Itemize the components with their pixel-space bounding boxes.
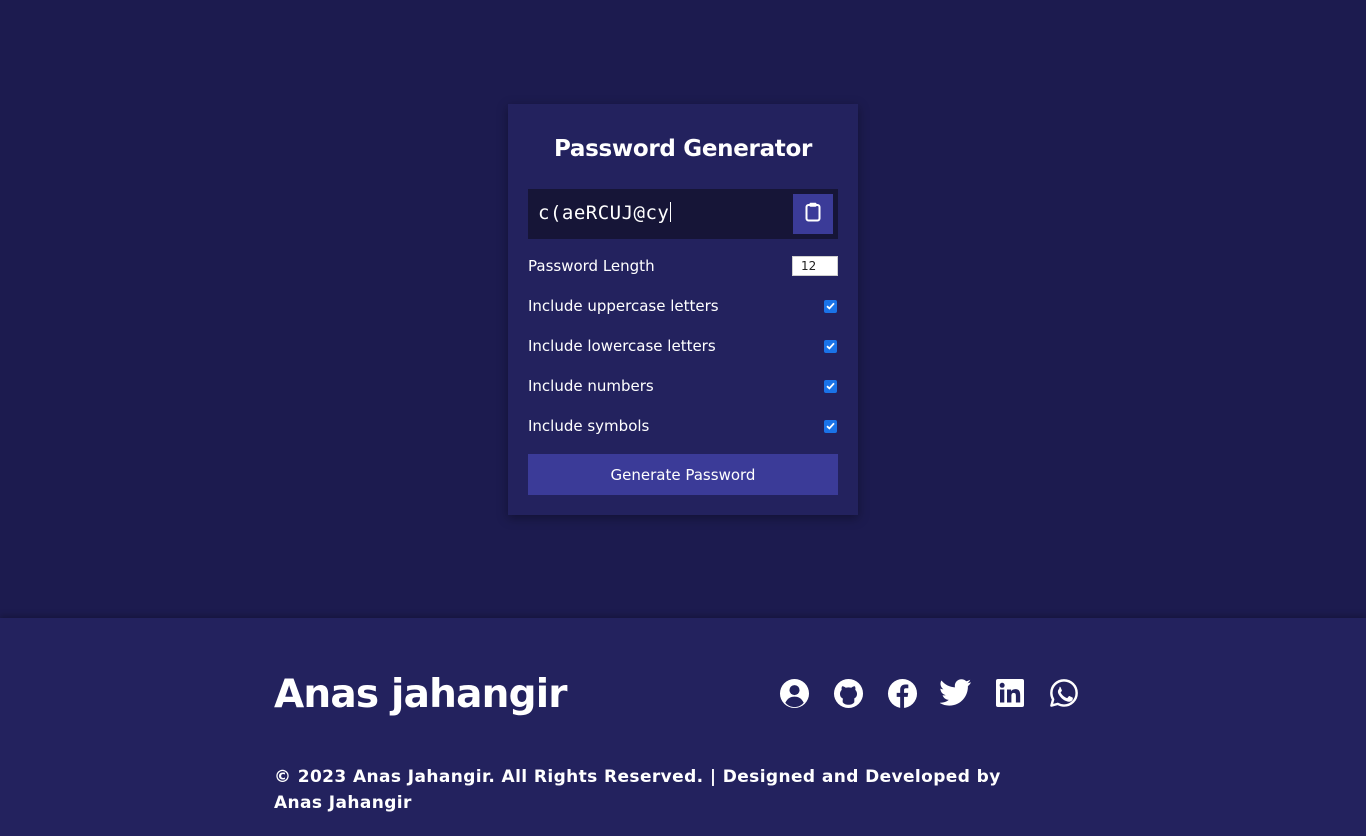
- checkmark-icon: [826, 342, 835, 350]
- uppercase-label: Include uppercase letters: [528, 297, 719, 315]
- length-label: Password Length: [528, 257, 655, 275]
- password-generator-card: Password Generator c(aeRCUJ@cy Password …: [508, 104, 858, 515]
- clipboard-icon: [805, 202, 821, 226]
- checkmark-icon: [826, 382, 835, 390]
- github-icon[interactable]: [832, 677, 864, 709]
- lowercase-label: Include lowercase letters: [528, 337, 716, 355]
- password-result-text: c(aeRCUJ@cy: [538, 202, 670, 224]
- social-links: [778, 677, 1080, 709]
- uppercase-checkbox[interactable]: [824, 299, 837, 313]
- checkmark-icon: [826, 422, 835, 430]
- lowercase-checkbox[interactable]: [824, 339, 837, 353]
- user-circle-icon[interactable]: [778, 677, 810, 709]
- option-row-lowercase: Include lowercase letters: [528, 334, 838, 358]
- checkmark-icon: [826, 302, 835, 310]
- password-result[interactable]: c(aeRCUJ@cy: [538, 202, 672, 224]
- option-row-symbols: Include symbols: [528, 414, 838, 438]
- linkedin-icon[interactable]: [994, 677, 1026, 709]
- password-result-box[interactable]: c(aeRCUJ@cy: [528, 189, 838, 239]
- footer-name: Anas jahangir: [274, 672, 568, 717]
- generate-password-button[interactable]: Generate Password: [528, 454, 838, 495]
- length-input[interactable]: [792, 256, 838, 276]
- symbols-label: Include symbols: [528, 417, 650, 435]
- option-row-uppercase: Include uppercase letters: [528, 294, 838, 318]
- symbols-checkbox[interactable]: [824, 419, 837, 433]
- length-row: Password Length: [528, 254, 838, 278]
- whatsapp-icon[interactable]: [1048, 677, 1080, 709]
- facebook-icon[interactable]: [886, 677, 918, 709]
- twitter-icon[interactable]: [940, 677, 972, 709]
- text-caret: [670, 202, 672, 222]
- numbers-checkbox[interactable]: [824, 379, 837, 393]
- numbers-label: Include numbers: [528, 377, 654, 395]
- card-title: Password Generator: [553, 136, 813, 162]
- copy-clipboard-button[interactable]: [793, 194, 833, 234]
- footer: Anas jahangir © 2023 Anas Jahangir. All …: [0, 618, 1366, 836]
- option-row-numbers: Include numbers: [528, 374, 838, 398]
- main-area: Password Generator c(aeRCUJ@cy Password …: [0, 0, 1366, 618]
- copyright-text: © 2023 Anas Jahangir. All Rights Reserve…: [274, 767, 1001, 813]
